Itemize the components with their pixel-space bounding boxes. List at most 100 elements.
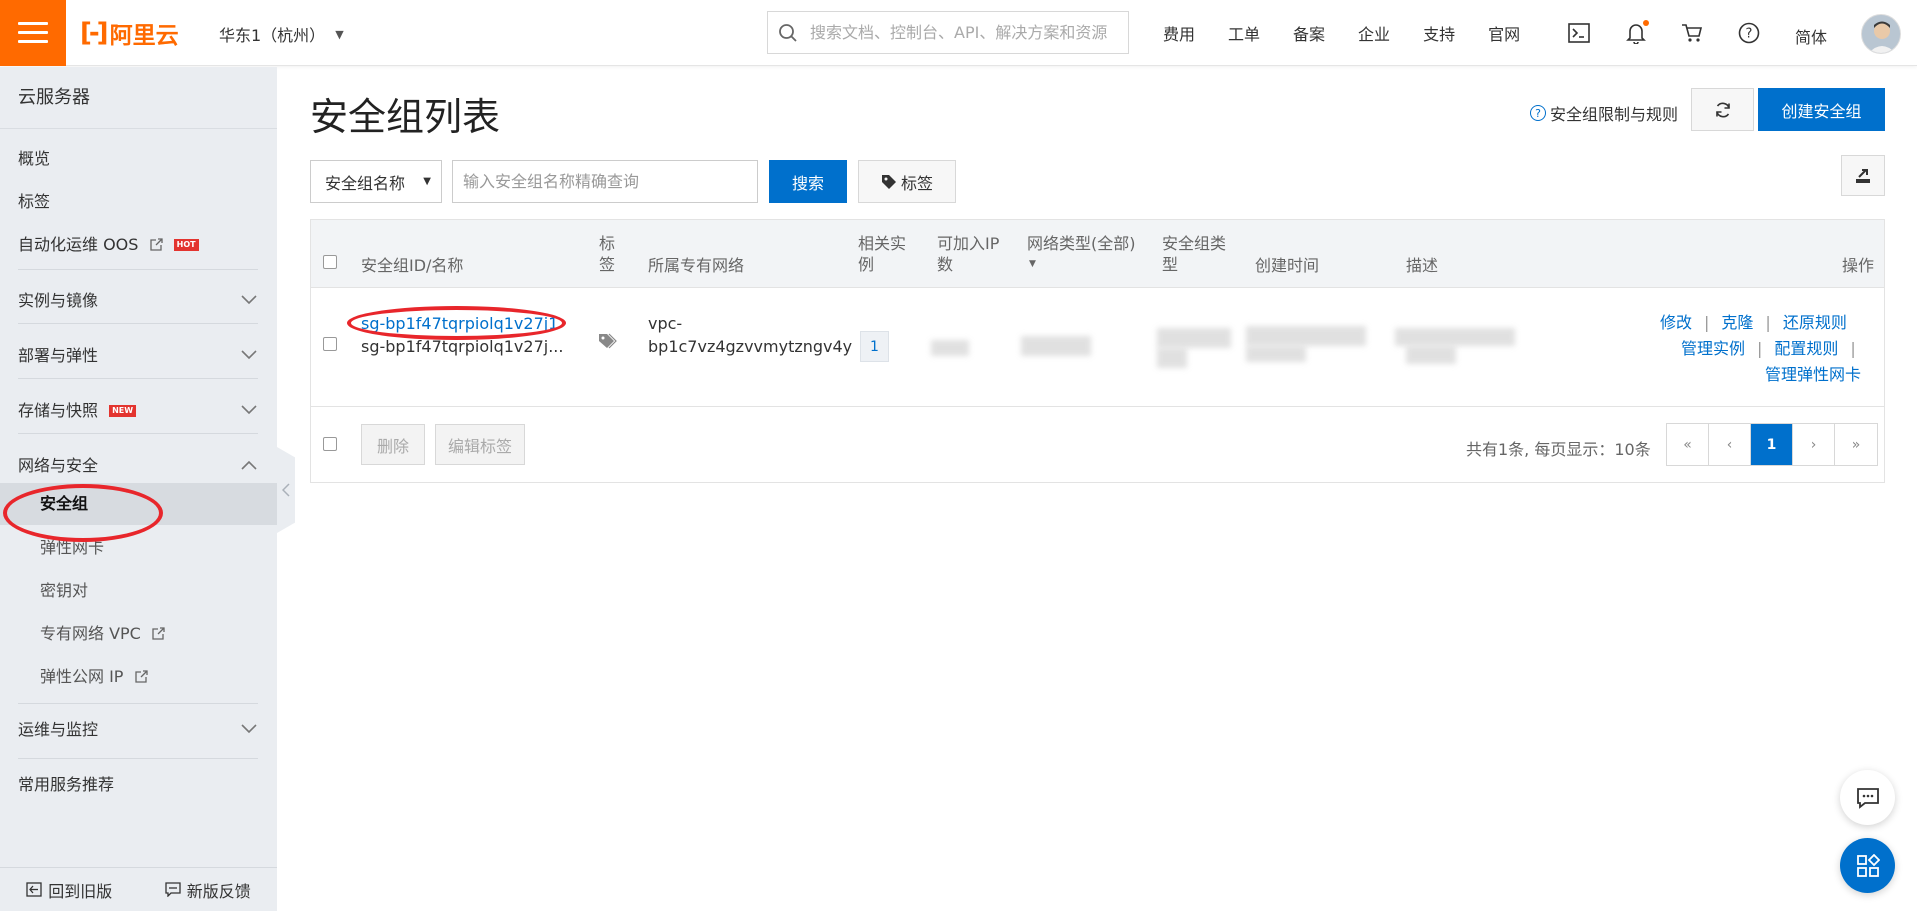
global-search-input[interactable] [810,23,1110,42]
export-button[interactable] [1841,155,1885,196]
global-search[interactable] [767,11,1129,54]
row-actions-line2: 管理实例 | 配置规则 | [1681,335,1868,359]
chat-button[interactable] [1840,770,1895,825]
chevron-up-icon [241,460,257,470]
nav-item-enterprise[interactable]: 企业 [1358,21,1390,45]
sidebar-item-label: 部署与弹性 [18,346,99,365]
sidebar-item-label: 自动化运维 OOS [18,235,139,254]
chevron-down-icon [241,350,257,360]
back-to-old-version-label: 回到旧版 [48,881,113,901]
logo[interactable]: [-] 阿里云 [80,18,179,49]
vpc-id-line2: bp1c7vz4gzvvmytzngv4y [648,337,853,356]
help-icon[interactable]: ? [1736,20,1762,46]
search-button[interactable]: 搜索 [769,160,847,203]
sidebar-item-overview[interactable]: 概览 [0,145,277,173]
sidebar-item-instances-images[interactable]: 实例与镜像 [0,281,277,321]
row-checkbox[interactable] [323,337,337,351]
refresh-button[interactable] [1691,88,1754,131]
page-1-button[interactable]: 1 [1751,424,1793,465]
row-tag-icon[interactable] [598,332,618,355]
sidebar-item-label: 弹性网卡 [40,538,105,557]
bell-icon[interactable] [1623,20,1649,46]
help-link-label: 安全组限制与规则 [1550,105,1679,124]
feedback-button[interactable]: 新版反馈 [139,878,278,902]
sidebar-item-security-group[interactable]: 安全组 [0,483,277,525]
col-header-net-type-label: 网络类型(全部) [1027,234,1136,253]
sidebar-item-ops-monitoring[interactable]: 运维与监控 [0,710,277,750]
sidebar-collapse-toggle[interactable] [277,447,295,533]
language-switch[interactable]: 简体 [1795,24,1827,48]
logo-text: 阿里云 [109,23,179,49]
menu-button[interactable] [0,0,66,66]
pagination-info: 共有1条, 每页显示：10条 [1466,440,1651,459]
sidebar-item-label: 网络与安全 [18,456,99,475]
nav-item-billing[interactable]: 费用 [1163,21,1195,45]
region-selector[interactable]: 华东1（杭州） ▼ [219,22,344,46]
sidebar-divider [18,269,258,270]
nav-item-support[interactable]: 支持 [1423,21,1455,45]
sidebar-item-keypair[interactable]: 密钥对 [0,571,277,611]
external-link-icon [152,627,165,640]
sidebar-item-label: 存储与快照 [18,401,99,420]
sidebar-item-eip[interactable]: 弹性公网 IP [0,657,277,697]
sidebar-item-recommended[interactable]: 常用服务推荐 [0,765,277,805]
sidebar-item-vpc[interactable]: 专有网络 VPC [0,614,277,654]
edit-tags-button[interactable]: 编辑标签 [435,424,525,465]
sidebar-divider [18,758,258,759]
manage-instances-link[interactable]: 管理实例 [1681,339,1745,358]
redacted-description [1395,328,1515,346]
nav-item-icp[interactable]: 备案 [1293,21,1325,45]
sidebar-item-tags[interactable]: 标签 [0,188,277,216]
row-actions-line1: 修改 | 克隆 | 还原规则 [1660,309,1847,333]
nav-item-tickets[interactable]: 工单 [1228,21,1260,45]
select-all-checkbox[interactable] [323,255,337,269]
avatar[interactable] [1861,14,1901,54]
action-separator: | [1850,339,1856,358]
next-page-button[interactable]: › [1793,424,1835,465]
external-link-icon [149,238,163,251]
nav-item-official-site[interactable]: 官网 [1488,21,1520,45]
restore-rules-link[interactable]: 还原规则 [1783,313,1847,332]
sidebar-item-label: 安全组 [40,494,89,513]
sidebar-item-network-security[interactable]: 网络与安全 [0,446,277,486]
col-header-ips-line1: 可加入IP [937,234,1000,253]
delete-button[interactable]: 删除 [361,424,425,465]
app-grid-button[interactable] [1840,838,1895,893]
row-actions-line3: 管理弹性网卡 [1765,361,1861,385]
security-group-rules-help-link[interactable]: ? 安全组限制与规则 [1530,101,1678,125]
tag-filter-button[interactable]: 标签 [858,160,956,203]
sidebar-item-label: 专有网络 VPC [40,624,141,643]
configure-rules-link[interactable]: 配置规则 [1774,339,1838,358]
sidebar-item-oos[interactable]: 自动化运维 OOS HOT [0,231,277,259]
feedback-icon [165,882,181,897]
create-security-group-button[interactable]: 创建安全组 [1758,88,1885,131]
sidebar-item-label: 概览 [18,149,51,168]
last-page-button[interactable]: » [1835,424,1877,465]
sidebar-item-label: 实例与镜像 [18,291,99,310]
back-to-old-version-button[interactable]: 回到旧版 [0,878,139,902]
clone-link[interactable]: 克隆 [1721,313,1753,332]
terminal-icon[interactable] [1566,20,1592,46]
first-page-button[interactable]: « [1667,424,1709,465]
col-header-tag-line1: 标 [599,234,616,253]
footer-select-all-checkbox[interactable] [323,437,337,451]
sidebar-item-eni[interactable]: 弹性网卡 [0,528,277,568]
prev-page-button[interactable]: ‹ [1709,424,1751,465]
sidebar-item-deploy-elastic[interactable]: 部署与弹性 [0,336,277,376]
sidebar-item-label: 密钥对 [40,581,89,600]
cart-icon[interactable] [1679,20,1705,46]
col-header-created-time: 创建时间 [1255,256,1320,275]
security-group-id-link[interactable]: sg-bp1f47tqrpiolq1v27j1 [361,312,558,335]
security-group-name-input[interactable] [452,160,758,203]
refresh-icon [1715,102,1730,117]
filter-field-select[interactable]: 安全组名称 ▼ [310,160,442,203]
sidebar-divider [18,703,258,704]
col-header-description: 描述 [1406,256,1439,275]
apps-grid-icon [1856,853,1880,877]
manage-eni-link[interactable]: 管理弹性网卡 [1765,365,1861,384]
related-instances-count[interactable]: 1 [860,331,889,362]
modify-link[interactable]: 修改 [1660,313,1692,332]
sidebar-item-storage-snapshot[interactable]: 存储与快照 NEW [0,391,277,431]
col-header-network-type[interactable]: 网络类型(全部) ▼ [1027,233,1136,275]
security-group-name: sg-bp1f47tqrpiolq1v27j... [361,337,564,356]
